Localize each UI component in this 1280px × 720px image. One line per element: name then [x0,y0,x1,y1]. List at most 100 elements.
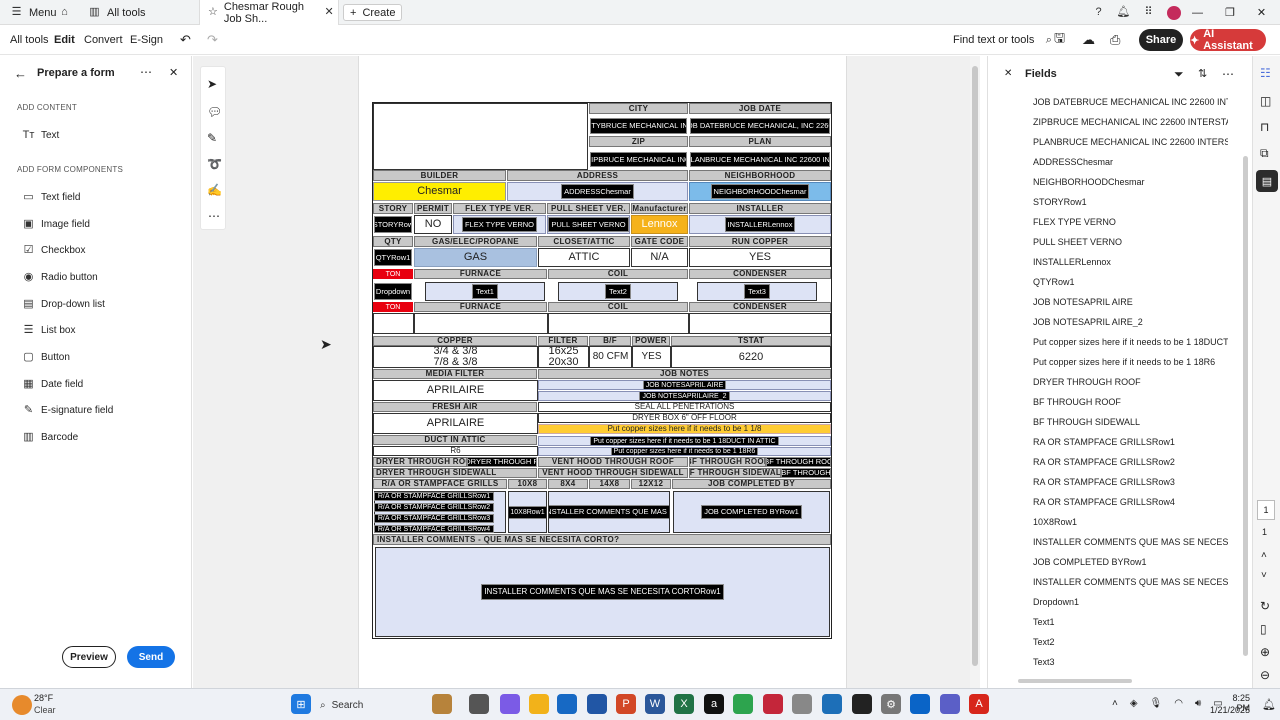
save-icon[interactable]: 🖫 [1054,25,1065,55]
scrollbar-thumb[interactable] [972,66,978,666]
bf-roof-field[interactable]: BF THROUGH ROO [766,457,831,467]
city-field[interactable]: CITYBRUCE MECHANICAL INC [590,118,687,134]
component-image-field[interactable]: ▣ Image field [22,218,90,231]
all-tools-link[interactable]: All tools [10,25,49,55]
more-options-icon[interactable]: ⋯ [140,65,152,79]
qty-field[interactable]: QTYRow1 [374,249,412,266]
field-list-item[interactable]: Text3 [1033,657,1228,667]
pen-icon[interactable]: ✎ [207,131,217,145]
close-panel-icon[interactable]: ✕ [169,66,178,79]
field-list-item[interactable]: Put copper sizes here if it needs to be … [1033,337,1228,347]
star-icon[interactable]: ☆ [208,6,218,19]
weather-icon[interactable] [12,695,32,715]
close-tab-icon[interactable]: ✕ [324,6,334,19]
bookmark-icon[interactable]: ⊓ [1260,120,1269,134]
text3-field[interactable]: Text3 [744,283,770,300]
teams-icon[interactable] [940,694,960,714]
share-button[interactable]: Share [1139,29,1183,51]
component-dropdown[interactable]: ▤ Drop-down list [22,298,105,311]
component-button[interactable]: ▢ Button [22,351,70,364]
field-list-item[interactable]: INSTALLER COMMENTS QUE MAS SE NECESITA C [1033,577,1228,587]
pages-icon[interactable]: ⧉ [1260,146,1269,161]
field-list-item[interactable]: PULL SHEET VERNO [1033,237,1228,247]
apps-grid-icon[interactable]: ⠿ [1142,6,1155,19]
settings-icon[interactable]: ⚙ [881,694,901,714]
form-fields-icon[interactable]: ☷ [1260,66,1271,80]
notification-icon[interactable]: 🔔︎ [1262,698,1276,711]
field-list-item[interactable]: INSTALLERLennox [1033,257,1228,267]
undo-icon[interactable]: ↶ [180,25,191,55]
installer-comments-big-field[interactable]: INSTALLER COMMENTS QUE MAS SE NECESITA C… [481,584,724,600]
volume-icon[interactable]: 🔊︎ [1195,698,1201,709]
amazon-icon[interactable]: a [704,694,724,714]
attachments-icon[interactable]: ▤ [1256,170,1278,192]
app-icon-dark[interactable] [852,694,872,714]
text2-field[interactable]: Text2 [605,283,631,300]
filter-icon[interactable]: ⏷ [1174,67,1184,82]
back-arrow-icon[interactable]: ← [14,66,27,81]
neighborhood-field[interactable]: NEIGHBORHOODChesmar [710,183,810,200]
excel-icon[interactable]: X [674,694,694,714]
field-list-item[interactable]: ZIPBRUCE MECHANICAL INC 22600 INTERSTATE… [1033,117,1228,127]
add-text-item[interactable]: Tт Text [22,129,60,142]
field-list-item[interactable]: RA OR STAMPFACE GRILLSRow3 [1033,477,1228,487]
page-current[interactable]: 1 [1257,500,1275,520]
fields-more-icon[interactable]: ⋯ [1222,67,1234,81]
field-list-item[interactable]: BF THROUGH SIDEWALL [1033,417,1228,427]
avatar[interactable] [1167,5,1181,20]
chrome-icon[interactable] [733,694,753,714]
page-down-icon[interactable]: ˅ [1261,570,1267,581]
store-icon[interactable] [587,694,607,714]
outlook-icon[interactable] [910,694,930,714]
story-field[interactable]: STORYRow [374,216,412,233]
field-list-item[interactable]: JOB NOTESAPRIL AIRE [1033,297,1228,307]
pull-sheet-field[interactable]: PULL SHEET VERNO [548,216,629,233]
app-icon-red[interactable] [763,694,783,714]
dryer-roof-field[interactable]: DRYER THROUGH R [467,457,537,467]
field-list-item[interactable]: RA OR STAMPFACE GRILLSRow1 [1033,437,1228,447]
create-button[interactable]: + Create [343,4,403,21]
tray-app-icon[interactable]: ◈ [1130,698,1138,709]
edge-icon[interactable] [557,694,577,714]
installer-comments-small-field[interactable]: INSTALLER COMMENTS QUE MAS S [549,505,669,519]
component-checkbox[interactable]: ☑ Checkbox [22,244,86,257]
component-date-field[interactable]: ▦ Date field [22,378,83,391]
ai-assistant-button[interactable]: ✦ AI Assistant [1190,28,1266,52]
field-list-item[interactable]: Dropdown1 [1033,597,1228,607]
ra-grills-row2-field[interactable]: R/A OR STAMPFACE GRILLSRow2 [374,503,494,512]
tab-document[interactable]: ☆ Chesmar Rough Job Sh... ✕ [199,0,339,25]
esign-link[interactable]: E-Sign [130,25,163,55]
comment-icon[interactable]: 💬︎ [207,105,222,119]
10x8-field[interactable]: 10X8Row1 [509,505,546,519]
fields-scrollbar[interactable] [1243,156,1248,656]
field-list-item[interactable]: 10X8Row1 [1033,517,1228,527]
field-list-item[interactable]: ADDRESSChesmar [1033,157,1228,167]
field-list-item[interactable]: STORYRow1 [1033,197,1228,207]
field-list-item[interactable]: JOB DATEBRUCE MECHANICAL INC 22600 INTER… [1033,97,1228,107]
acrobat-icon[interactable]: A [969,694,989,714]
comments-icon[interactable]: ◫ [1260,94,1271,108]
job-notes-field-1[interactable]: JOB NOTESAPRIL AIRE [642,381,727,389]
bf-sidewall-field[interactable]: BF THROUGH [781,468,831,478]
installer-field[interactable]: INSTALLERLennox [724,216,796,233]
task-view-icon[interactable] [469,694,489,714]
preview-button[interactable]: Preview [62,646,116,668]
wifi-icon[interactable]: ◠ [1174,698,1183,709]
field-list-item[interactable]: FLEX TYPE VERNO [1033,217,1228,227]
find-text-button[interactable]: Find text or tools ⌕ [953,25,1055,55]
home-button[interactable]: ⌂ [58,0,71,25]
field-list-item[interactable]: Put copper sizes here if it needs to be … [1033,357,1228,367]
convert-link[interactable]: Convert [84,25,123,55]
windows-start-icon[interactable]: ⊞ [291,694,311,714]
bell-icon[interactable]: 🔔︎ [1117,6,1131,19]
sign-icon[interactable]: ✍ [207,183,222,197]
minimize-icon[interactable]: — [1192,7,1203,19]
app-icon-1[interactable] [432,694,452,714]
help-icon[interactable]: ? [1092,6,1105,19]
cursor-icon[interactable]: ➤ [207,77,217,91]
menu-button[interactable]: ☰ Menu [10,0,57,25]
component-esignature[interactable]: ✎ E-signature field [22,404,113,417]
job-notes-field-2[interactable]: JOB NOTESAPRILAIRE_2 [639,392,730,400]
canvas-scrollbar[interactable] [970,56,980,688]
flex-type-field[interactable]: FLEX TYPE VERNO [461,216,538,233]
